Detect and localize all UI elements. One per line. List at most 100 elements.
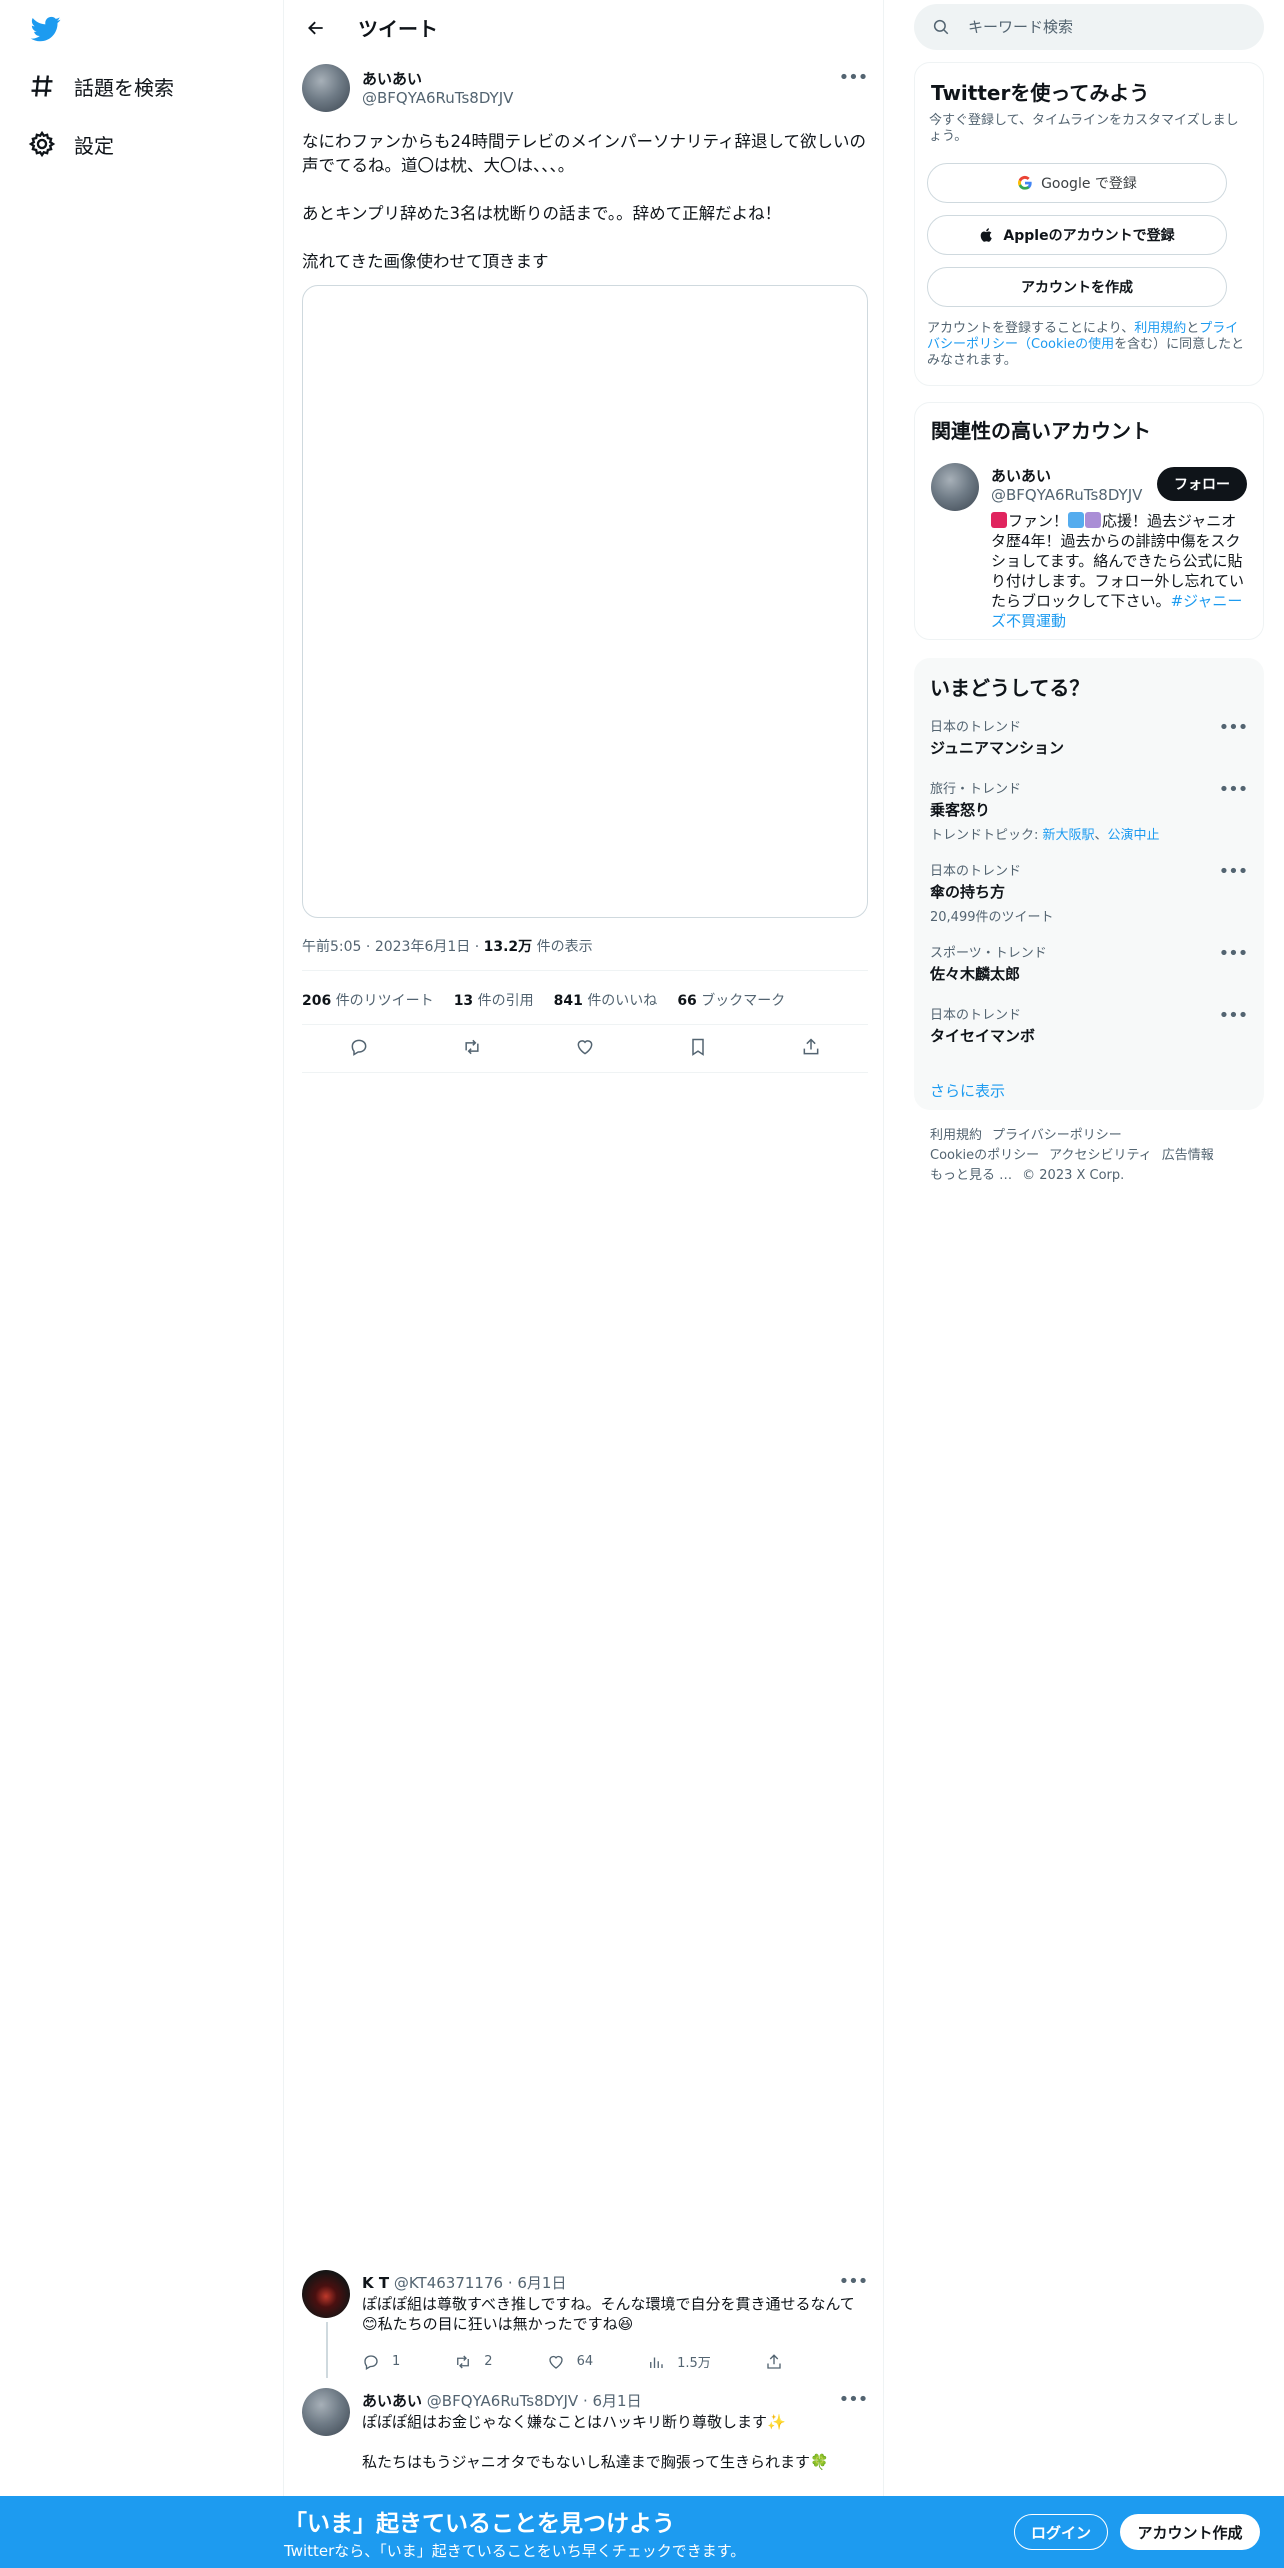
- footer-link[interactable]: もっと見る …: [930, 1168, 1012, 1183]
- show-more-link[interactable]: さらに表示: [930, 1080, 1005, 1101]
- share-button[interactable]: [793, 1032, 829, 1062]
- twitter-bird-icon[interactable]: [28, 14, 64, 44]
- heart-icon: [577, 1040, 593, 1055]
- reply-item[interactable]: あいあい @BFQYA6RuTs8DYJV · 6月1日 ••• ぽぽぽ組はお金…: [302, 2388, 868, 2496]
- reply-item[interactable]: K T @KT46371176 · 6月1日 ••• ぽぽぽ組は尊敬すべき推しで…: [302, 2270, 868, 2380]
- related-title: 関連性の高いアカウント: [931, 419, 1151, 443]
- thread-connector: [326, 2322, 328, 2378]
- trend-more-button[interactable]: •••: [1218, 943, 1249, 964]
- search-input[interactable]: [968, 18, 1248, 36]
- author-name[interactable]: あいあい: [362, 68, 422, 89]
- reply-handle[interactable]: @BFQYA6RuTs8DYJV: [427, 2392, 578, 2410]
- trend-more-button[interactable]: •••: [1218, 779, 1249, 800]
- trend-category: 日本のトレンド: [930, 720, 1022, 735]
- trend-category: スポーツ・トレンド: [930, 946, 1047, 961]
- reply-actions: 1 2 64 1.5万: [362, 2352, 849, 2371]
- reply-more-button[interactable]: •••: [838, 2390, 868, 2410]
- footer-link[interactable]: プライバシーポリシー: [992, 1128, 1122, 1143]
- reply-retweet-button[interactable]: 2: [454, 2352, 493, 2371]
- reply-handle[interactable]: @KT46371176: [394, 2274, 503, 2292]
- bookmark-icon: [692, 1038, 704, 1056]
- related-name[interactable]: あいあい: [991, 465, 1051, 486]
- trend-item[interactable]: 日本のトレンド 傘の持ち方 20,499件のツイート •••: [930, 860, 1249, 926]
- purple-square-icon: [1085, 512, 1102, 528]
- retweets-stat[interactable]: 206 件のリツイート: [302, 990, 434, 1010]
- likes-count: 841: [553, 993, 583, 1009]
- more-dots-icon: •••: [838, 2389, 868, 2410]
- reply-name[interactable]: あいあい: [362, 2392, 422, 2410]
- like-button[interactable]: [567, 1032, 603, 1062]
- trend-topic-link[interactable]: 新大阪駅: [1043, 828, 1095, 843]
- trends-panel: いまどうしてる？ 日本のトレンド ジュニアマンション ••• 旅行・トレンド 乗…: [914, 658, 1264, 1110]
- likes-label: 件のいいね: [587, 993, 658, 1009]
- related-avatar[interactable]: [931, 463, 979, 511]
- trend-item[interactable]: 日本のトレンド タイセイマンボ •••: [930, 1004, 1248, 1046]
- related-handle[interactable]: @BFQYA6RuTs8DYJV: [991, 486, 1142, 504]
- trend-name: 乗客怒り: [930, 801, 991, 819]
- tweet-stats: 206 件のリツイート 13 件の引用 841 件のいいね 66 ブックマーク: [302, 990, 805, 1010]
- footer-link[interactable]: アクセシビリティ: [1049, 1148, 1152, 1163]
- tweet-actions: [302, 1032, 868, 1062]
- trend-item[interactable]: スポーツ・トレンド 佐々木麟太郎 •••: [930, 942, 1248, 984]
- reply-avatar[interactable]: [302, 2388, 350, 2436]
- author-avatar[interactable]: [302, 64, 350, 112]
- login-button[interactable]: ログイン: [1014, 2514, 1108, 2550]
- signup-button[interactable]: アカウント作成: [1120, 2514, 1260, 2550]
- quotes-count: 13: [453, 993, 474, 1009]
- signup-subtitle: 今すぐ登録して、タイムラインをカスタマイズしましょう。: [929, 113, 1239, 144]
- likes-stat[interactable]: 841 件のいいね: [554, 990, 658, 1010]
- follow-button[interactable]: フォロー: [1157, 467, 1247, 501]
- google-signup-button[interactable]: Google で登録: [927, 163, 1227, 203]
- reply-more-button[interactable]: •••: [838, 2271, 869, 2292]
- footer-link[interactable]: Cookieのポリシー: [930, 1148, 1039, 1163]
- reply-avatar[interactable]: [302, 2270, 350, 2318]
- more-dots-icon: •••: [838, 67, 869, 88]
- reply-separator: ·: [578, 2392, 593, 2410]
- footer-link[interactable]: 利用規約: [930, 1128, 982, 1143]
- reply-date[interactable]: 6月1日: [517, 2274, 566, 2292]
- author-handle[interactable]: @BFQYA6RuTs8DYJV: [362, 89, 513, 107]
- legal-prefix: アカウントを登録することにより、: [927, 321, 1135, 336]
- reply-like-button[interactable]: 64: [547, 2352, 593, 2371]
- retweet-button[interactable]: [454, 1032, 490, 1062]
- retweets-count: 206: [302, 993, 332, 1009]
- reply-date[interactable]: 6月1日: [593, 2392, 642, 2410]
- more-dots-icon: •••: [838, 2271, 869, 2292]
- bookmarks-stat[interactable]: 66 ブックマーク: [677, 990, 785, 1010]
- create-account-button[interactable]: アカウントを作成: [927, 267, 1227, 307]
- footer-link[interactable]: 広告情報: [1162, 1148, 1214, 1163]
- bio-text: ファン！: [1008, 512, 1069, 530]
- trend-topic-link[interactable]: 公演中止: [1108, 828, 1160, 843]
- more-dots-icon: •••: [1218, 1005, 1249, 1026]
- back-button[interactable]: [298, 10, 334, 46]
- apple-signup-button[interactable]: Appleのアカウントで登録: [927, 215, 1227, 255]
- tweet-time[interactable]: 午前5:05: [302, 939, 361, 955]
- reply-share-button[interactable]: [765, 2352, 795, 2371]
- nav-explore[interactable]: 話題を検索: [28, 62, 174, 110]
- bookmark-button[interactable]: [680, 1032, 716, 1062]
- analytics-icon: [650, 2357, 663, 2368]
- tweet-more-button[interactable]: •••: [838, 67, 869, 88]
- more-dots-icon: •••: [1218, 779, 1249, 800]
- trend-item[interactable]: 旅行・トレンド 乗客怒り トレンドトピック: 新大阪駅、公演中止 •••: [930, 778, 1249, 844]
- trend-topic-separator: 、: [1094, 828, 1108, 843]
- tweet-media[interactable]: [302, 285, 868, 918]
- trend-item[interactable]: 日本のトレンド ジュニアマンション •••: [930, 716, 1248, 758]
- trend-more-button[interactable]: •••: [1218, 862, 1249, 882]
- signup-panel: Twitterを使ってみよう 今すぐ登録して、タイムラインをカスタマイズしましょ…: [914, 62, 1264, 386]
- more-dots-icon: •••: [1218, 943, 1249, 964]
- nav-settings[interactable]: 設定: [28, 120, 114, 168]
- reply-name[interactable]: K T: [362, 2274, 389, 2292]
- tweet-date[interactable]: 2023年6月1日: [375, 939, 470, 955]
- terms-link[interactable]: 利用規約: [1134, 321, 1186, 336]
- divider: [302, 1072, 868, 1073]
- search-bar[interactable]: [914, 4, 1264, 50]
- legal-and: と: [1186, 321, 1200, 336]
- reply-views-button[interactable]: 1.5万: [647, 2352, 711, 2371]
- reply-reply-button[interactable]: 1: [362, 2352, 400, 2371]
- trend-more-button[interactable]: •••: [1218, 1005, 1249, 1026]
- quotes-stat[interactable]: 13 件の引用: [454, 990, 534, 1010]
- trend-more-button[interactable]: •••: [1218, 718, 1249, 738]
- reply-button[interactable]: [341, 1032, 377, 1062]
- reply-header: K T @KT46371176 · 6月1日: [362, 2272, 566, 2293]
